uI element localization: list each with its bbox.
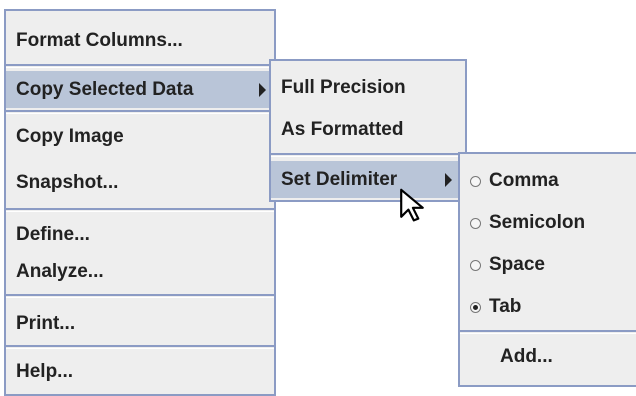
menu-item-analyze[interactable]: Analyze... [6, 253, 274, 290]
menu-item-print[interactable]: Print... [6, 305, 274, 342]
radio-option-space[interactable]: Space [460, 246, 636, 283]
radio-icon [470, 218, 481, 229]
menu-item-label: Full Precision [281, 77, 406, 98]
menu-separator [6, 110, 274, 114]
menu-item-format-columns[interactable]: Format Columns... [6, 22, 274, 59]
menu-item-label: Snapshot... [16, 172, 119, 193]
radio-option-tab[interactable]: Tab [460, 288, 636, 325]
menu-item-label: Format Columns... [16, 30, 183, 51]
menu-item-set-delimiter[interactable]: Set Delimiter [271, 161, 465, 198]
menu-item-copy-selected-data[interactable]: Copy Selected Data [6, 71, 274, 108]
menu-item-full-precision[interactable]: Full Precision [271, 69, 465, 106]
menu-separator [6, 64, 274, 68]
menu-item-add-delimiter[interactable]: Add... [460, 338, 636, 375]
radio-option-comma[interactable]: Comma [460, 162, 636, 199]
copy-selected-data-submenu: Full Precision As Formatted Set Delimite… [269, 59, 467, 202]
menu-separator [6, 294, 274, 298]
menu-item-copy-image[interactable]: Copy Image [6, 118, 274, 155]
menu-item-label: Help... [16, 361, 74, 382]
radio-selected-icon [470, 302, 481, 313]
menu-item-label: Add... [500, 346, 553, 367]
menu-separator [271, 153, 465, 157]
radio-icon [470, 176, 481, 187]
radio-option-label: Semicolon [489, 212, 586, 233]
radio-icon [470, 260, 481, 271]
menu-separator [6, 208, 274, 212]
menu-item-label: As Formatted [281, 119, 404, 140]
radio-option-semicolon[interactable]: Semicolon [460, 204, 636, 241]
menu-item-snapshot[interactable]: Snapshot... [6, 164, 274, 201]
menu-item-label: Define... [16, 224, 90, 245]
main-context-menu: Format Columns... Copy Selected Data Cop… [4, 9, 276, 396]
menu-item-label: Set Delimiter [281, 169, 398, 190]
menu-item-label: Copy Image [16, 126, 124, 147]
menu-item-help[interactable]: Help... [6, 353, 274, 390]
chevron-right-icon [443, 161, 457, 198]
menu-item-label: Print... [16, 313, 76, 334]
menu-item-as-formatted[interactable]: As Formatted [271, 111, 465, 148]
pointer-cursor-icon [400, 188, 424, 222]
set-delimiter-submenu: Comma Semicolon Space Tab Add... [458, 152, 636, 387]
menu-item-label: Copy Selected Data [16, 79, 194, 100]
radio-option-label: Tab [489, 296, 522, 317]
menu-item-define[interactable]: Define... [6, 216, 274, 253]
radio-option-label: Comma [489, 170, 559, 191]
menu-separator [460, 330, 636, 334]
menu-separator [6, 345, 274, 349]
menu-item-label: Analyze... [16, 261, 104, 282]
radio-option-label: Space [489, 254, 545, 275]
